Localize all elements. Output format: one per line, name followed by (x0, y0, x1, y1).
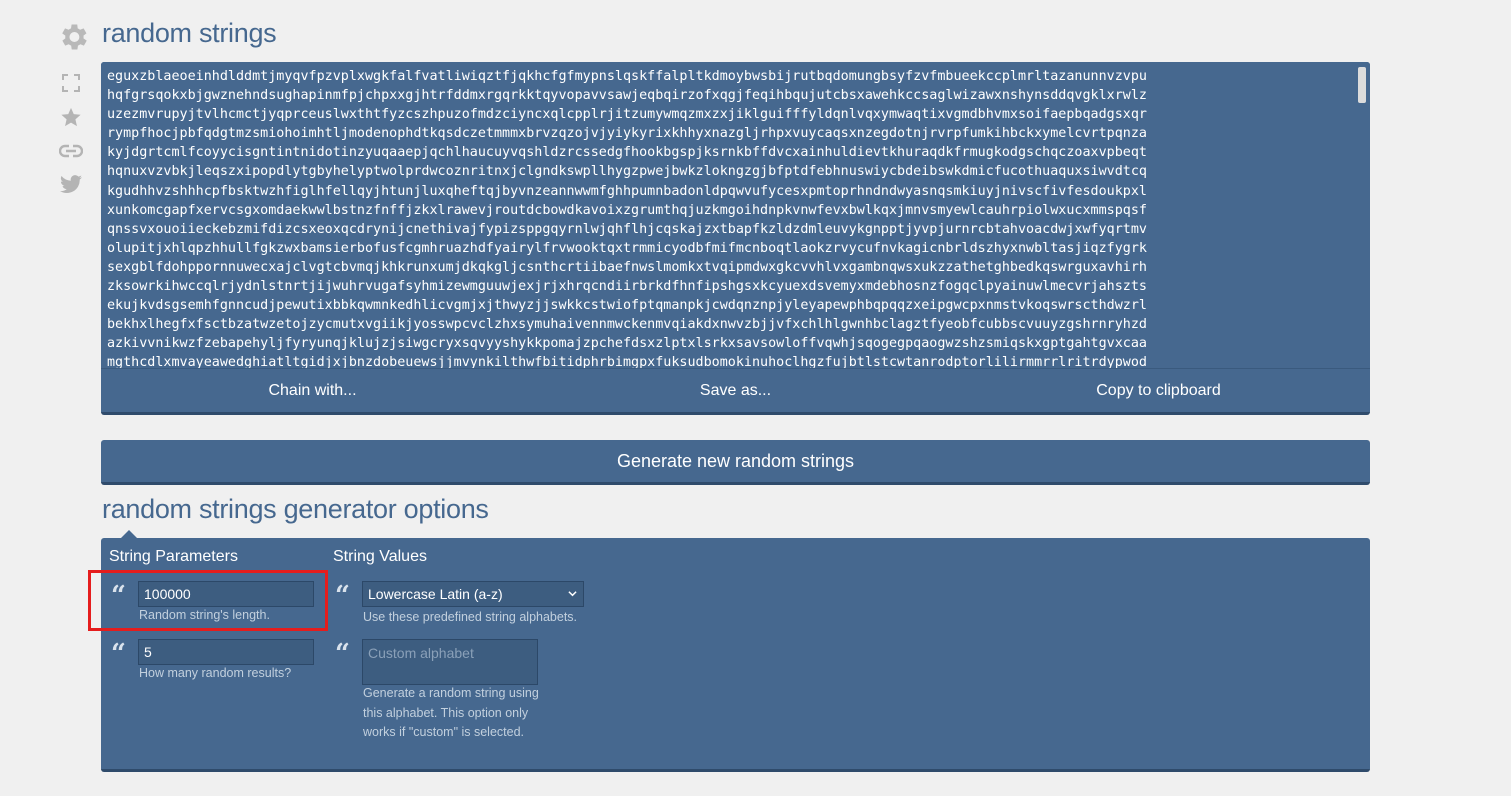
link-icon[interactable] (56, 138, 86, 164)
output-panel: eguxzblaeoeinhdlddmtjmyqvfpzvplxwgkfalfv… (101, 62, 1370, 415)
gear-icon[interactable] (56, 20, 90, 54)
output-line: kgudhhvzshhhcpfbsktwzhfiglhfellqyjhtunjl… (107, 183, 1147, 199)
quote-icon: “ (335, 581, 350, 611)
options-title: random strings generator options (102, 494, 489, 524)
output-line: uzezmvrupyjtvlhcmctjyqprceuslwxthtfyzcsz… (107, 107, 1147, 123)
length-hint: Random string's length. (139, 608, 270, 622)
output-line: hqfgrsqokxbjgwznehndsughapinmfpjchpxxgjh… (107, 88, 1147, 104)
scrollbar-thumb[interactable] (1358, 67, 1366, 103)
custom-alphabet-hint-3: works if "custom" is selected. (363, 725, 525, 739)
page-title: random strings (102, 18, 277, 48)
side-toolbar (56, 70, 88, 206)
count-hint: How many random results? (139, 666, 292, 680)
custom-alphabet-hint-1: Generate a random string using (363, 686, 539, 700)
output-line: sexgblfdohppornnuwecxajclvgtcbvmqjkhkrun… (107, 259, 1147, 275)
quote-icon: “ (335, 639, 350, 669)
string-values-header: String Values (333, 548, 427, 565)
output-line: azkivvnikwzfzebapehyljfyryunqjklujzjsiwg… (107, 336, 1147, 352)
output-line: zksowrkihwccqlrjydnlstnrtjijwuhrvugafsyh… (107, 279, 1147, 295)
copy-to-clipboard-button[interactable]: Copy to clipboard (947, 382, 1370, 400)
output-text: eguxzblaeoeinhdlddmtjmyqvfpzvplxwgkfalfv… (107, 67, 1342, 368)
panel-notch (121, 530, 137, 538)
alphabet-hint: Use these predefined string alphabets. (363, 610, 578, 624)
count-input[interactable]: 5 (138, 639, 314, 665)
output-textarea[interactable]: eguxzblaeoeinhdlddmtjmyqvfpzvplxwgkfalfv… (101, 62, 1370, 368)
fullscreen-icon[interactable] (56, 70, 86, 96)
output-line: rympfhocjpbfqdgtmzsmiohoimhtljmodenophdt… (107, 126, 1147, 142)
options-panel: String Parameters String Values “ 100000… (101, 530, 1370, 772)
save-as-button[interactable]: Save as... (524, 382, 947, 400)
quote-icon: “ (111, 639, 126, 669)
alphabet-select-value: Lowercase Latin (a-z) (368, 586, 503, 602)
output-line: olupitjxhlqpzhhullfgkzwxbamsierbofusfcgm… (107, 240, 1147, 256)
quote-icon: “ (111, 581, 126, 611)
output-line: kyjdgrtcmlfcoyycisgntintnidotinzyuqaaepj… (107, 145, 1147, 161)
custom-alphabet-hint-2: this alphabet. This option only (363, 706, 529, 720)
star-icon[interactable] (56, 104, 86, 130)
string-parameters-header: String Parameters (109, 548, 238, 565)
output-line: hqnuxvzvbkjleqszxipopdlytgbyhelyptwolprd… (107, 164, 1147, 180)
alphabet-select[interactable]: Lowercase Latin (a-z) (362, 581, 584, 607)
twitter-icon[interactable] (56, 172, 86, 198)
chain-with-button[interactable]: Chain with... (101, 382, 524, 400)
output-line: mgthcdlxmvayeawedghiatltgidjxjbnzdobeuew… (107, 355, 1147, 368)
length-input[interactable]: 100000 (138, 581, 314, 607)
custom-alphabet-textarea[interactable]: Custom alphabet (362, 639, 538, 685)
generate-button[interactable]: Generate new random strings (101, 440, 1370, 485)
output-line: xunkomcgapfxervcsgxomdaekwwlbstnzfnffjzk… (107, 202, 1147, 218)
output-scrollbar[interactable] (1358, 67, 1366, 363)
output-line: bekhxlhegfxfsctbzatwzetojzycmutxvgiikjyo… (107, 317, 1147, 333)
output-action-bar: Chain with... Save as... Copy to clipboa… (101, 368, 1370, 412)
output-line: qnssvxouoiieckebzmifdizcsxeoxqcdrynijcne… (107, 221, 1147, 237)
output-line: ekujkvdsgsemhfgnncudjpewutixbbkqwmnkedhl… (107, 298, 1147, 314)
output-line: eguxzblaeoeinhdlddmtjmyqvfpzvplxwgkfalfv… (107, 69, 1147, 84)
chevron-down-icon (568, 591, 577, 597)
